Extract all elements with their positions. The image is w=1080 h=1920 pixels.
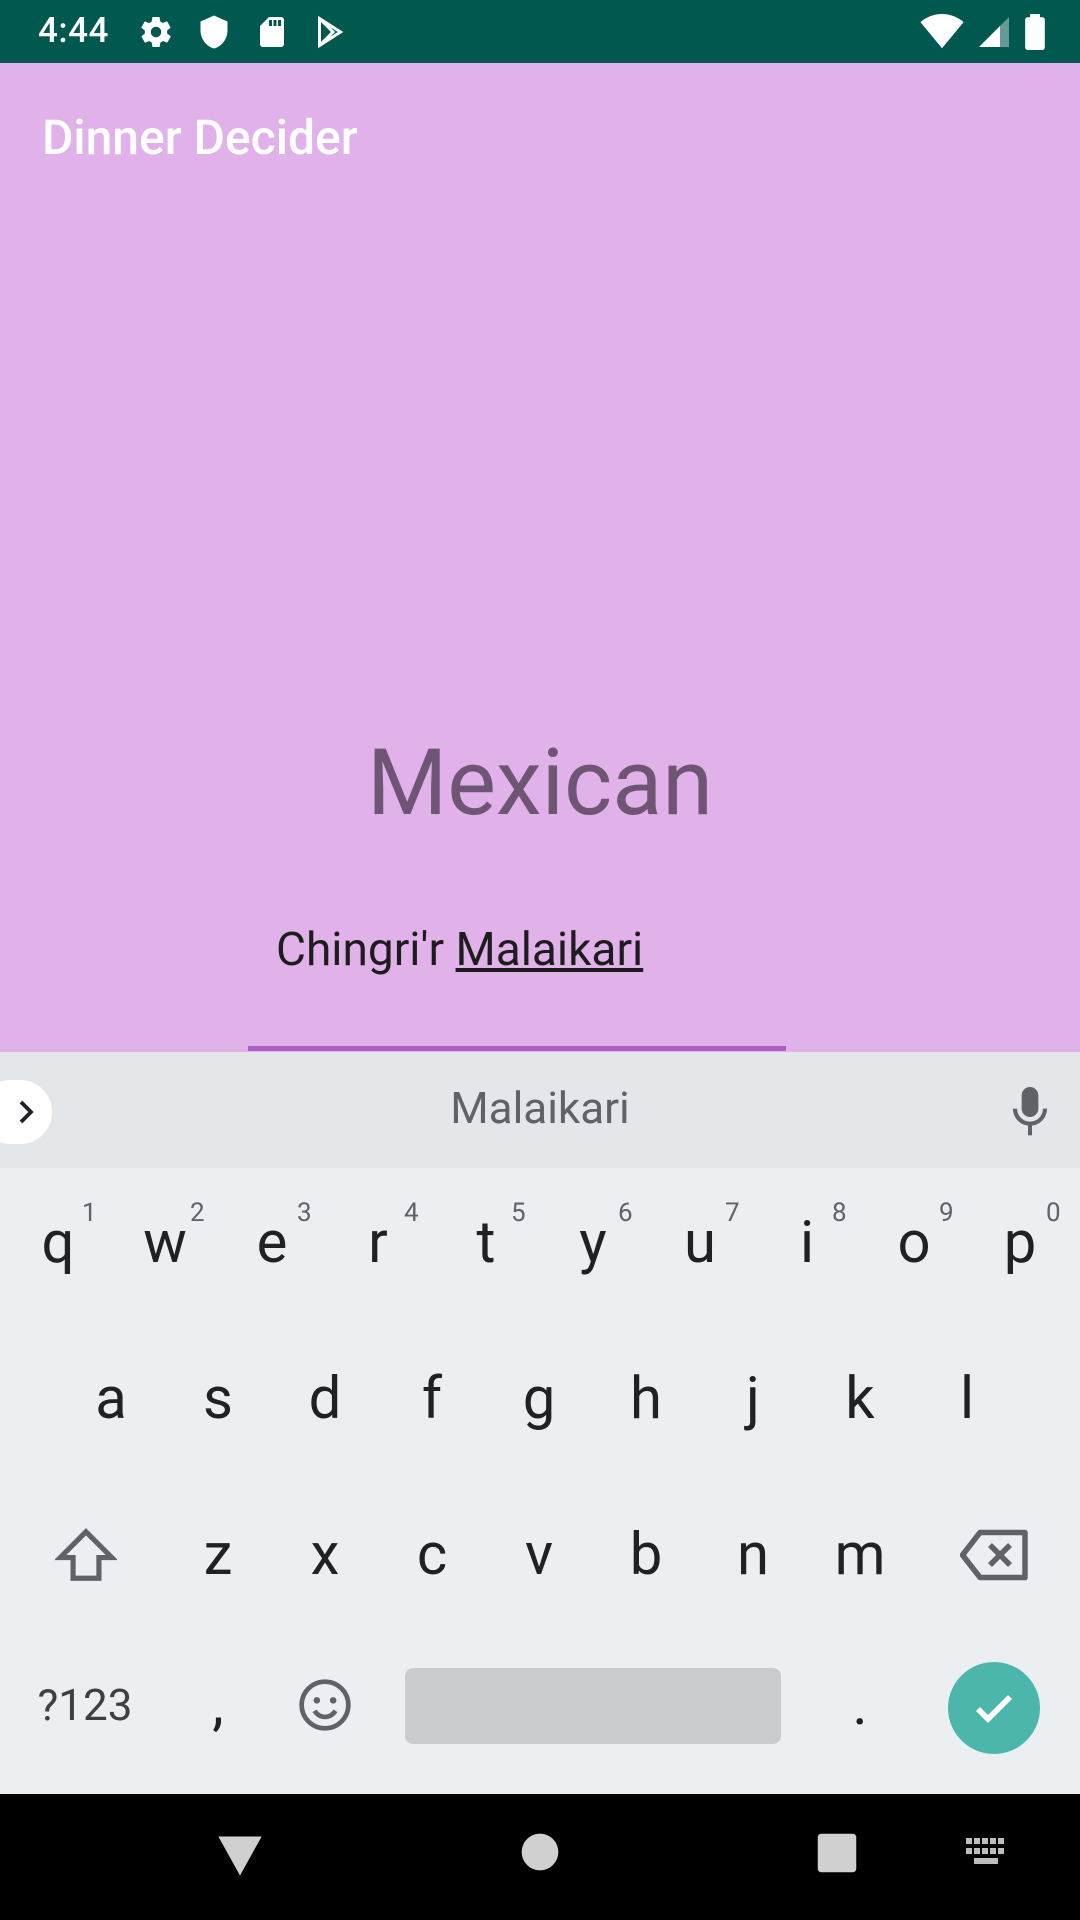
sd-card-icon [260, 17, 284, 47]
keyboard-icon[interactable] [966, 1838, 1010, 1868]
checkmark-icon [976, 1695, 1012, 1723]
key-p[interactable]: p [980, 1168, 1060, 1318]
key-g[interactable]: g [499, 1324, 579, 1474]
input-composing-text: Malaikari [455, 923, 644, 977]
input-text-prefix: Chingri'r [276, 923, 445, 977]
suggestion-word[interactable]: Malaikari [0, 1082, 1080, 1134]
backspace-icon [960, 1529, 1028, 1581]
hint-8: 8 [832, 1198, 847, 1228]
hint-7: 7 [725, 1198, 740, 1228]
key-n[interactable]: n [713, 1480, 793, 1630]
key-j[interactable]: j [713, 1324, 793, 1474]
key-t[interactable]: t [446, 1168, 526, 1318]
recents-icon[interactable] [816, 1832, 858, 1874]
battery-icon [1025, 14, 1045, 50]
status-icons-left [138, 14, 348, 50]
app-bar: Dinner Decider [0, 63, 1080, 210]
hint-3: 3 [297, 1198, 312, 1228]
shift-icon [55, 1528, 117, 1581]
shield-icon [200, 15, 228, 49]
key-q[interactable]: q [18, 1168, 98, 1318]
app-title: Dinner Decider [42, 109, 358, 166]
status-icons-right [920, 14, 1046, 50]
comma-key[interactable]: , [178, 1630, 258, 1780]
selected-food-label: Mexican [366, 730, 714, 837]
key-c[interactable]: c [392, 1480, 472, 1630]
hint-5: 5 [511, 1198, 526, 1228]
hint-9: 9 [939, 1198, 954, 1228]
play-store-icon [318, 15, 344, 49]
symbols-key[interactable]: ?123 [22, 1630, 148, 1780]
home-icon[interactable] [520, 1832, 560, 1872]
microphone-icon[interactable] [1010, 1086, 1050, 1138]
key-f[interactable]: f [392, 1324, 472, 1474]
key-row-2: a s d f g h j k l [0, 1324, 1080, 1474]
key-h[interactable]: h [606, 1324, 686, 1474]
navigation-bar [0, 1794, 1080, 1920]
key-y[interactable]: y [553, 1168, 633, 1318]
key-row-3: z x c v b n m [0, 1480, 1080, 1630]
hint-2: 2 [190, 1198, 205, 1228]
screen: 4:44 Dinner Decider Mexican Chingri'r Ma… [0, 0, 1080, 1920]
key-z[interactable]: z [178, 1480, 258, 1630]
space-key[interactable] [405, 1668, 781, 1744]
input-underline [248, 1046, 786, 1051]
key-k[interactable]: k [820, 1324, 900, 1474]
hint-1: 1 [82, 1198, 97, 1228]
main-content: Mexican Chingri'r Malaikari [0, 210, 1080, 1052]
key-e[interactable]: e [232, 1168, 312, 1318]
key-a[interactable]: a [71, 1324, 151, 1474]
key-m[interactable]: m [820, 1480, 900, 1630]
key-w[interactable]: w [125, 1168, 205, 1318]
wifi-icon [920, 14, 964, 49]
period-key[interactable]: . [820, 1630, 900, 1780]
food-input-field[interactable]: Chingri'r Malaikari [248, 916, 786, 986]
status-bar: 4:44 [0, 0, 1080, 63]
key-row-1: q 1 w 2 e 3 r 4 t 5 y 6 u 7 i 8 o 9 p 0 [0, 1168, 1080, 1318]
emoji-icon [299, 1679, 351, 1731]
key-d[interactable]: d [285, 1324, 365, 1474]
key-u[interactable]: u [660, 1168, 740, 1318]
key-s[interactable]: s [178, 1324, 258, 1474]
emoji-key[interactable] [285, 1630, 365, 1780]
key-v[interactable]: v [499, 1480, 579, 1630]
key-l[interactable]: l [927, 1324, 1007, 1474]
key-o[interactable]: o [874, 1168, 954, 1318]
settings-icon [141, 17, 171, 48]
back-icon[interactable] [214, 1832, 266, 1880]
status-time: 4:44 [38, 10, 109, 51]
key-x[interactable]: x [285, 1480, 365, 1630]
key-i[interactable]: i [767, 1168, 847, 1318]
hint-4: 4 [404, 1198, 419, 1228]
key-r[interactable]: r [338, 1168, 418, 1318]
key-b[interactable]: b [606, 1480, 686, 1630]
enter-key[interactable] [948, 1662, 1040, 1754]
backspace-key[interactable] [950, 1480, 1040, 1630]
shift-key[interactable] [40, 1480, 132, 1630]
suggestion-strip: Malaikari [0, 1052, 1080, 1168]
signal-icon [979, 17, 1009, 47]
hint-6: 6 [618, 1198, 633, 1228]
hint-0: 0 [1046, 1198, 1061, 1228]
